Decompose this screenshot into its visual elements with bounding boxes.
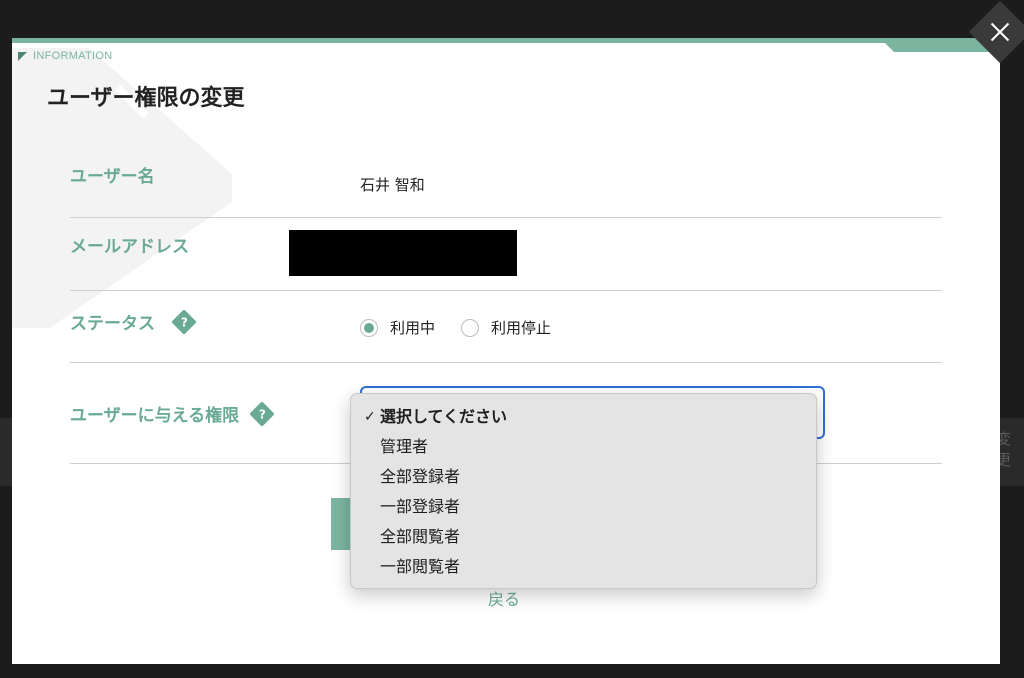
dropdown-option-full-registrant[interactable]: 全部登録者 [351,462,816,492]
dropdown-option-label: 選択してください [380,407,508,426]
radio-checked-icon[interactable] [360,318,378,337]
email-label: メールアドレス [70,232,189,257]
back-link[interactable]: 戻る [488,586,520,610]
dropdown-option-admin[interactable]: 管理者 [351,432,816,462]
status-label: ステータス ? [70,308,197,335]
dropdown-option-full-viewer[interactable]: 全部閲覧者 [351,522,816,552]
status-row: ステータス ? 利用中 利用停止 [70,291,942,363]
status-option-active-label: 利用中 [390,319,436,337]
backdrop-right-text: 変更 [996,430,1012,469]
information-label-text: INFORMATION [33,50,113,62]
checkmark-icon: ✓ [364,409,376,425]
username-label: ユーザー名 [70,162,155,187]
dropdown-option-label: 全部登録者 [380,467,461,486]
username-label-text: ユーザー名 [70,167,155,187]
dropdown-option-label: 管理者 [380,437,429,456]
help-icon[interactable]: ? [171,308,197,335]
modal-title: ユーザー権限の変更 [47,86,245,111]
close-icon [988,20,1012,44]
email-value-redacted [289,230,517,276]
modal-top-bar [12,38,1000,43]
status-option-suspended-label: 利用停止 [491,319,552,337]
status-label-text: ステータス [70,314,155,334]
info-triangle-icon [18,51,27,61]
username-row: ユーザー名 石井 智和 [70,148,942,218]
dropdown-option-label: 全部閲覧者 [380,527,461,546]
status-radio-group: 利用中 利用停止 [360,317,551,338]
help-icon-glyph: ? [180,314,188,329]
dropdown-option-partial-registrant[interactable]: 一部登録者 [351,492,816,522]
username-value: 石井 智和 [360,176,425,194]
permission-dropdown-menu: ✓ 選択してください 管理者 全部登録者 一部登録者 全部閲覧者 一部閲覧者 [350,393,817,589]
information-label: INFORMATION [18,50,112,62]
dropdown-option-partial-viewer[interactable]: 一部閲覧者 [351,552,816,582]
dropdown-option-label: 一部登録者 [380,497,461,516]
status-option-active[interactable]: 利用中 [360,317,435,338]
help-icon[interactable]: ? [249,400,275,427]
email-label-text: メールアドレス [70,237,189,257]
permission-label-text: ユーザーに与える権限 [70,406,240,426]
status-option-suspended[interactable]: 利用停止 [461,317,551,338]
dropdown-option-placeholder[interactable]: ✓ 選択してください [351,402,816,432]
permission-label: ユーザーに与える権限 ? [70,400,275,427]
radio-unchecked-icon[interactable] [461,318,480,337]
help-icon-glyph: ? [258,406,266,421]
dropdown-option-label: 一部閲覧者 [380,557,461,576]
